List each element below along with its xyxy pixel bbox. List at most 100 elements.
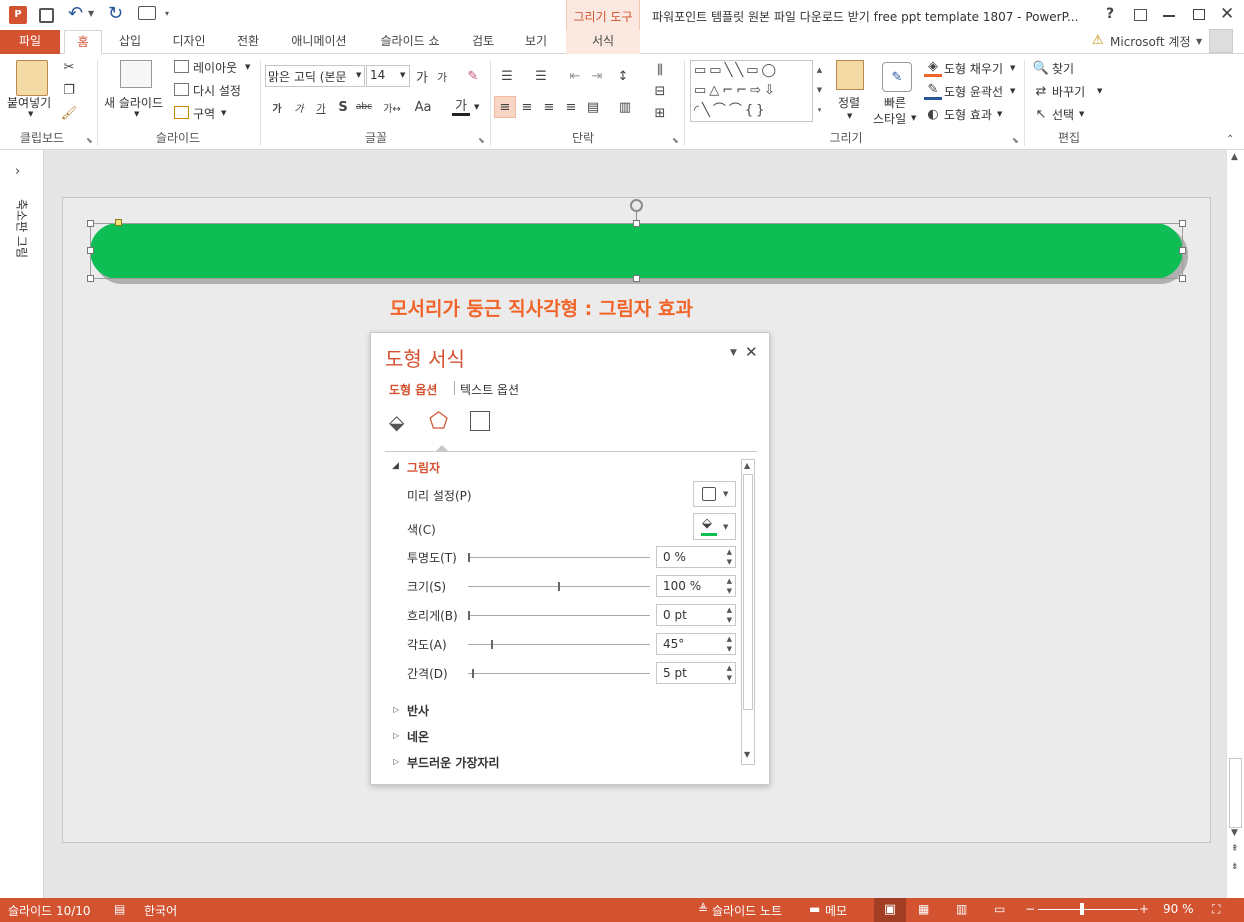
scroll-thumb[interactable] [1229, 758, 1242, 828]
spin-down-icon[interactable]: ▼ [727, 645, 732, 653]
shape-effects-dropdown-icon[interactable]: ▼ [997, 110, 1002, 118]
ribbon-display-options-icon[interactable] [1134, 9, 1147, 21]
presets-dropdown[interactable]: ▼ [693, 481, 736, 507]
zoom-level[interactable]: 90 % [1163, 902, 1194, 916]
scroll-up-icon[interactable]: ▲ [1231, 152, 1238, 162]
account-name[interactable]: Microsoft 계정 [1110, 33, 1191, 50]
shadow-setting-spinner[interactable]: 0 pt ▲ ▼ [656, 604, 736, 626]
expand-reflection-icon[interactable]: ▷ [393, 705, 399, 714]
drawing-launcher-icon[interactable]: ⬊ [1012, 136, 1019, 145]
section-icon[interactable] [174, 106, 189, 119]
close-pane-icon[interactable]: ✕ [745, 343, 758, 361]
rotate-handle-icon[interactable] [630, 199, 643, 212]
zoom-slider[interactable] [1038, 909, 1138, 910]
expand-soft-edges-icon[interactable]: ▷ [393, 757, 399, 766]
help-button[interactable]: ? [1106, 6, 1114, 22]
font-launcher-icon[interactable]: ⬊ [478, 136, 485, 145]
shadow-setting-slider[interactable] [468, 640, 650, 649]
spellcheck-icon[interactable]: ▤ [114, 902, 125, 916]
section-button[interactable]: 구역 [193, 105, 215, 122]
shapes-gallery[interactable]: ▭▭╲╲▭◯ ▭△⌐⌐⇨⇩ ◜╲⌒⌒{} [690, 60, 826, 122]
spin-down-icon[interactable]: ▼ [727, 674, 732, 682]
close-window-button[interactable]: ✕ [1220, 4, 1234, 24]
undo-dropdown-icon[interactable]: ▼ [88, 9, 94, 18]
spin-down-icon[interactable]: ▼ [727, 587, 732, 595]
slide-sorter-icon[interactable]: ▦ [918, 902, 929, 916]
normal-view-icon[interactable]: ▣ [874, 898, 906, 922]
quick-styles-icon[interactable]: ✎ [882, 62, 912, 92]
shape-outline-dropdown-icon[interactable]: ▼ [1010, 87, 1015, 95]
quick-styles-label-2[interactable]: 스타일 [873, 110, 906, 127]
align-center-icon[interactable]: ≡ [518, 96, 536, 118]
resize-handle[interactable] [87, 220, 94, 227]
avatar[interactable] [1209, 29, 1233, 53]
arrange-icon[interactable] [836, 60, 864, 90]
bold-icon[interactable]: 가 [270, 98, 284, 116]
columns-icon[interactable]: ▥ [614, 96, 636, 118]
spin-up-icon[interactable]: ▲ [727, 548, 732, 556]
spin-up-icon[interactable]: ▲ [727, 606, 732, 614]
maximize-button[interactable] [1193, 9, 1205, 20]
numbering-icon[interactable]: ☰ [530, 66, 552, 86]
slider-thumb[interactable] [491, 640, 493, 649]
tab-slideshow[interactable]: 슬라이드 쇼 [370, 30, 450, 54]
italic-icon[interactable]: 가 [292, 98, 306, 116]
resize-handle[interactable] [87, 247, 94, 254]
select-button[interactable]: 선택 [1052, 106, 1074, 123]
slider-thumb[interactable] [472, 669, 474, 678]
new-slide-dropdown-icon[interactable]: ▼ [134, 110, 139, 118]
replace-icon[interactable]: ⇄ [1032, 82, 1050, 100]
customize-toolbar-icon[interactable]: ▾ [165, 9, 169, 18]
comments-icon[interactable]: ▬ [809, 902, 820, 916]
tab-design[interactable]: 디자인 [164, 30, 214, 54]
minimize-button[interactable] [1163, 15, 1175, 17]
slider-thumb[interactable] [558, 582, 560, 591]
find-button[interactable]: 찾기 [1052, 60, 1074, 77]
expand-pane-icon[interactable]: › [15, 164, 20, 179]
section-shadow[interactable]: 그림자 [407, 459, 440, 476]
redo-icon[interactable]: ↻ [108, 3, 123, 24]
zoom-slider-thumb[interactable] [1080, 903, 1084, 915]
paste-dropdown-icon[interactable]: ▼ [28, 110, 33, 118]
spin-up-icon[interactable]: ▲ [727, 577, 732, 585]
scroll-down-icon[interactable]: ▼ [1231, 828, 1238, 838]
tab-file[interactable]: 파일 [0, 30, 60, 54]
underline-icon[interactable]: 가 [314, 98, 328, 116]
smartart-icon[interactable]: ⊞ [648, 104, 672, 122]
tab-shape-options[interactable]: 도형 옵션 [389, 381, 437, 398]
scroll-down-icon[interactable]: ▼ [744, 750, 750, 759]
shape-outline-icon[interactable]: ✎ [924, 82, 942, 100]
arrange-button[interactable]: 정렬 [838, 94, 860, 111]
select-icon[interactable]: ↖ [1032, 105, 1050, 123]
quick-styles-label-1[interactable]: 빠른 [884, 94, 906, 111]
thumbnail-pane-label[interactable]: 축소판 그림 [14, 193, 31, 265]
shadow-setting-slider[interactable] [468, 553, 650, 562]
clear-formatting-icon[interactable]: ✎ [464, 66, 482, 86]
scroll-thumb[interactable] [743, 474, 753, 710]
shadow-setting-spinner[interactable]: 5 pt ▲ ▼ [656, 662, 736, 684]
reset-button[interactable]: 다시 설정 [193, 82, 241, 99]
tab-insert[interactable]: 삽입 [110, 30, 150, 54]
shapes-gallery-scroll[interactable]: ▲ ▼ ▾ [812, 60, 826, 122]
layout-button[interactable]: 레이아웃 [193, 59, 237, 76]
shadow-setting-slider[interactable] [468, 669, 650, 678]
bullets-icon[interactable]: ☰ [496, 66, 518, 86]
section-glow[interactable]: 네온 [407, 728, 429, 745]
distributed-icon[interactable]: ▤ [584, 96, 602, 118]
layout-dropdown-icon[interactable]: ▼ [245, 63, 250, 71]
notes-icon[interactable]: ≜ [698, 902, 708, 916]
shape-effects-icon[interactable]: ◐ [924, 105, 942, 123]
tab-format[interactable]: 서식 [566, 30, 640, 54]
shadow-setting-slider[interactable] [468, 582, 650, 591]
expand-glow-icon[interactable]: ▷ [393, 731, 399, 740]
zoom-out-icon[interactable]: − [1025, 902, 1035, 916]
zoom-in-icon[interactable]: + [1139, 902, 1149, 916]
size-properties-icon[interactable] [470, 411, 490, 431]
shape-fill-button[interactable]: 도형 채우기 [944, 60, 1003, 77]
font-name-dropdown-icon[interactable]: ▼ [356, 71, 361, 79]
section-reflection[interactable]: 반사 [407, 702, 429, 719]
tab-home[interactable]: 홈 [64, 30, 102, 55]
shadow-setting-slider[interactable] [468, 611, 650, 620]
shape-effects-button[interactable]: 도형 효과 [944, 106, 992, 123]
previous-slide-icon[interactable]: ⇞ [1231, 844, 1239, 854]
